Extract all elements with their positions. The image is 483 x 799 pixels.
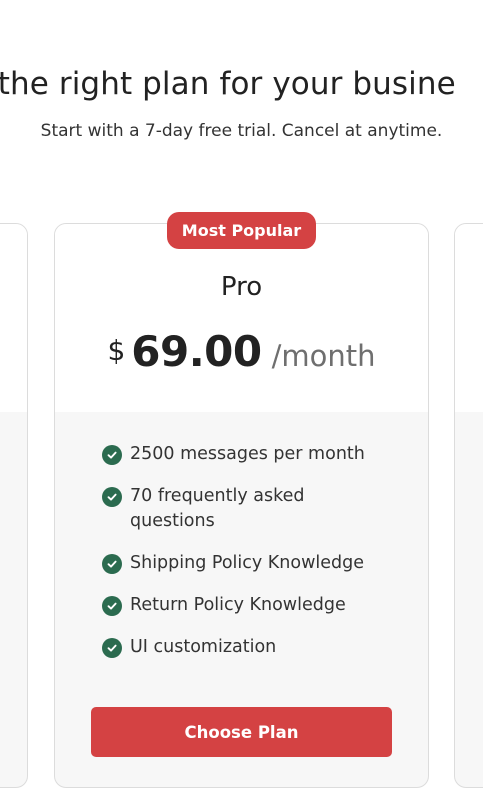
price-period: /month <box>271 339 376 373</box>
plan-card-header <box>55 224 428 412</box>
check-circle-icon <box>102 596 122 616</box>
pricing-page: d the right plan for your busine Start w… <box>0 0 483 799</box>
plan-price: $ 69.00 /month <box>54 327 429 376</box>
page-headline: d the right plan for your busine <box>0 66 456 102</box>
price-amount: 69.00 <box>131 327 262 376</box>
plan-card-header <box>0 224 27 412</box>
feature-text: Shipping Policy Knowledge <box>130 553 365 573</box>
feature-item: Shipping Policy Knowledge <box>102 551 402 576</box>
feature-item: 2500 messages per month <box>102 442 402 467</box>
check-circle-icon <box>102 638 122 658</box>
feature-item: 70 frequently asked questions <box>102 484 402 534</box>
check-circle-icon <box>102 487 122 507</box>
check-circle-icon <box>102 445 122 465</box>
feature-text: 70 frequently asked questions <box>130 486 305 531</box>
plan-card-header <box>455 224 483 412</box>
check-circle-icon <box>102 554 122 574</box>
feature-list: 2500 messages per month 70 frequently as… <box>102 442 402 660</box>
price-currency: $ <box>107 334 126 367</box>
feature-item: Return Policy Knowledge <box>102 593 402 618</box>
feature-text: 2500 messages per month <box>130 444 365 464</box>
plan-name: Pro <box>220 272 263 302</box>
page-subtitle: Start with a 7-day free trial. Cancel at… <box>40 121 443 141</box>
most-popular-badge: Most Popular <box>167 212 316 249</box>
feature-text: UI customization <box>130 637 277 657</box>
plan-card-right-partial[interactable] <box>454 223 483 788</box>
feature-text: Return Policy Knowledge <box>130 595 346 615</box>
plan-card-left-partial[interactable] <box>0 223 28 788</box>
choose-plan-button[interactable]: Choose Plan <box>91 707 392 757</box>
feature-item: UI customization <box>102 635 402 660</box>
